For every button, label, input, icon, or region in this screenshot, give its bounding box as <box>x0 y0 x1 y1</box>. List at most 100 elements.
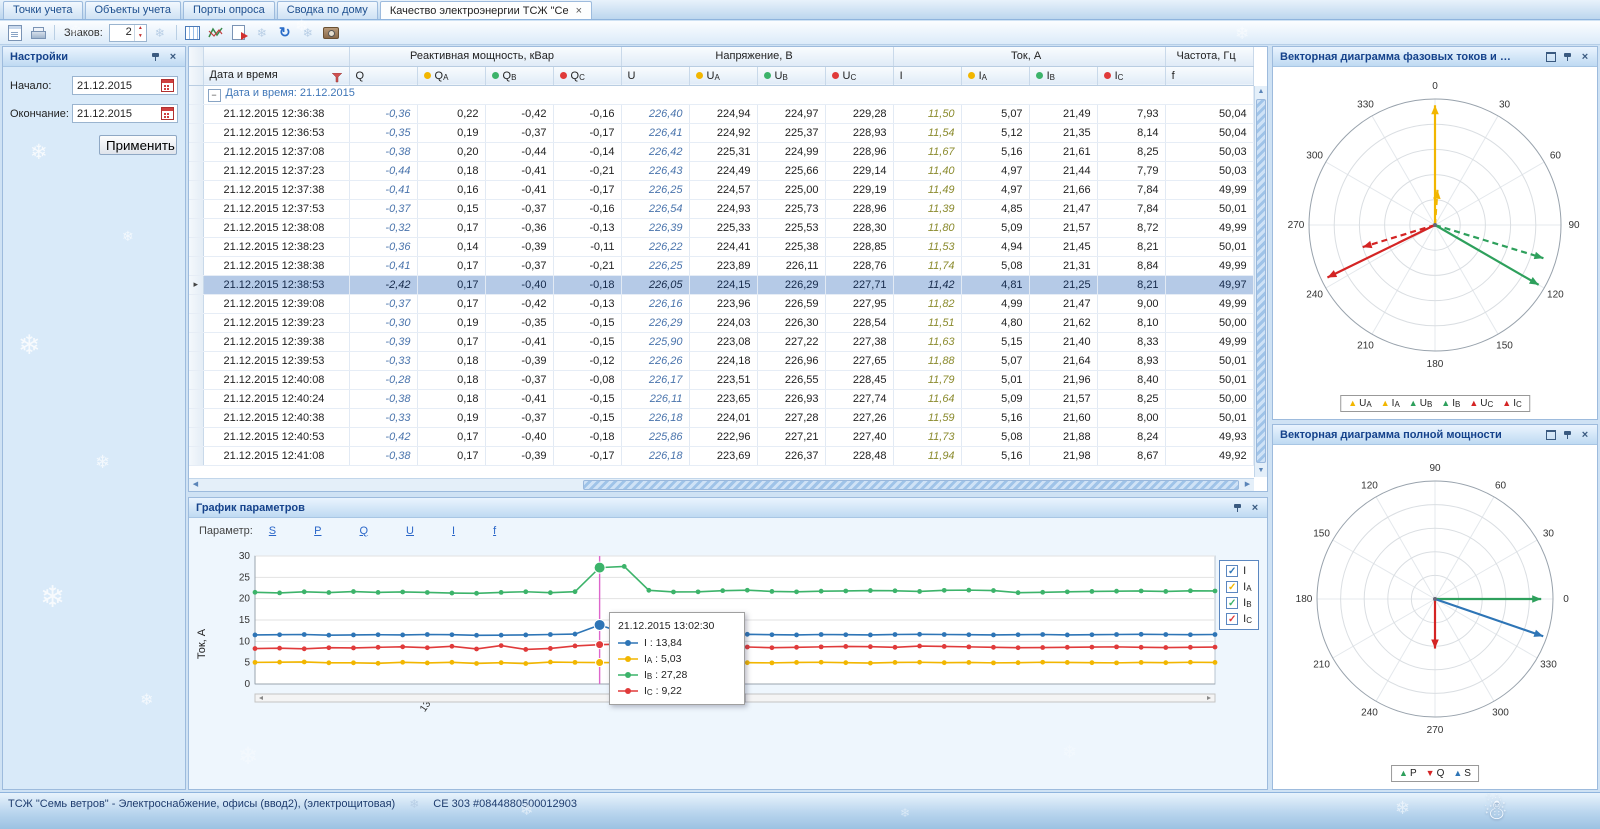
svg-text:330: 330 <box>1540 660 1557 671</box>
curves-button[interactable] <box>206 23 226 42</box>
param-link-S[interactable]: S <box>269 525 276 537</box>
vertical-scroll-thumb[interactable] <box>1256 99 1266 463</box>
calendar-icon[interactable] <box>161 107 174 120</box>
checkbox-icon[interactable]: ✓ <box>1226 565 1239 577</box>
column-header[interactable]: IС <box>1097 66 1166 86</box>
group-row[interactable]: − Дата и время: 21.12.2015 <box>189 85 1254 105</box>
start-date-input[interactable]: 21.12.2015 <box>72 76 178 95</box>
column-header[interactable]: Q <box>349 66 418 86</box>
table-row[interactable]: 21.12.2015 12:40:38 -0,33 0,19 -0,37 -0,15 22… <box>189 408 1254 428</box>
refresh-button[interactable]: ↻ <box>275 23 295 42</box>
column-header[interactable]: IА <box>961 66 1030 86</box>
legend-item[interactable]: ✓ I <box>1226 565 1252 577</box>
legend-item[interactable]: ✓ IА <box>1226 581 1252 593</box>
column-header[interactable]: QА <box>417 66 486 86</box>
column-header[interactable]: UА <box>689 66 758 86</box>
table-row[interactable]: 21.12.2015 12:39:23 -0,30 0,19 -0,35 -0,15 22… <box>189 313 1254 333</box>
table-row[interactable]: 21.12.2015 12:37:53 -0,37 0,15 -0,37 -0,16 22… <box>189 199 1254 219</box>
table-row[interactable]: 21.12.2015 12:38:23 -0,36 0,14 -0,39 -0,11 22… <box>189 237 1254 257</box>
pin-icon[interactable] <box>1561 50 1575 64</box>
scroll-left-icon[interactable]: ◀ <box>189 479 202 491</box>
filter-icon[interactable] <box>331 72 343 83</box>
scroll-right-icon[interactable]: ▶ <box>1241 479 1254 491</box>
digits-spinner[interactable]: 2 ▲ ▼ <box>108 23 147 42</box>
column-header[interactable]: I <box>893 66 962 86</box>
decoration-button-3[interactable]: ❄ <box>298 23 318 42</box>
table-row[interactable]: 21.12.2015 12:40:53 -0,42 0,17 -0,40 -0,18 22… <box>189 427 1254 447</box>
horizontal-scroll-thumb[interactable] <box>583 480 1239 490</box>
close-icon[interactable]: × <box>166 50 180 64</box>
decoration-button-2[interactable]: ❄ <box>252 23 272 42</box>
legend-item[interactable]: ✓ IС <box>1226 613 1252 625</box>
spinner-down-icon[interactable]: ▼ <box>135 33 146 41</box>
print-icon <box>31 26 46 39</box>
pin-icon[interactable] <box>1561 428 1575 442</box>
table-row[interactable]: 21.12.2015 12:39:08 -0,37 0,17 -0,42 -0,13 22… <box>189 294 1254 314</box>
legend-item[interactable]: ✓ IВ <box>1226 597 1252 609</box>
param-link-U[interactable]: U <box>406 525 414 537</box>
scroll-up-icon[interactable]: ▲ <box>1255 86 1267 98</box>
table-row[interactable]: 21.12.2015 12:40:08 -0,28 0,18 -0,37 -0,08 22… <box>189 370 1254 390</box>
column-header[interactable]: QВ <box>485 66 554 86</box>
vertical-scrollbar[interactable]: ▲ ▼ <box>1254 86 1267 477</box>
column-header[interactable]: f <box>1165 66 1254 86</box>
table-row[interactable]: 21.12.2015 12:36:53 -0,35 0,19 -0,37 -0,17 22… <box>189 123 1254 143</box>
close-icon[interactable]: × <box>1578 428 1592 442</box>
table-row[interactable]: ▸ 21.12.2015 12:38:53 -2,42 0,17 -0,40 -0,18 2… <box>189 275 1254 295</box>
tooltip-item: IВ : 27,28 <box>618 669 736 681</box>
svg-text:0: 0 <box>244 679 250 690</box>
table-row[interactable]: 21.12.2015 12:38:38 -0,41 0,17 -0,37 -0,21 22… <box>189 256 1254 276</box>
column-header[interactable]: QС <box>553 66 622 86</box>
calendar-icon[interactable] <box>161 79 174 92</box>
column-header[interactable]: UС <box>825 66 894 86</box>
scroll-down-icon[interactable]: ▼ <box>1255 465 1267 477</box>
close-icon[interactable]: × <box>1578 50 1592 64</box>
checkbox-icon[interactable]: ✓ <box>1226 581 1239 593</box>
close-icon[interactable]: × <box>1248 501 1262 515</box>
table-row[interactable]: 21.12.2015 12:41:08 -0,38 0,17 -0,39 -0,17 22… <box>189 446 1254 466</box>
tab-close-icon[interactable]: × <box>576 5 582 16</box>
end-date-input[interactable]: 21.12.2015 <box>72 104 178 123</box>
svg-text:270: 270 <box>1288 220 1305 231</box>
table-row[interactable]: 21.12.2015 12:38:08 -0,32 0,17 -0,36 -0,13 22… <box>189 218 1254 238</box>
param-link-I[interactable]: I <box>452 525 455 537</box>
checkbox-icon[interactable]: ✓ <box>1226 613 1239 625</box>
decoration-button-1[interactable]: ❄ <box>150 23 170 42</box>
table-row[interactable]: 21.12.2015 12:37:38 -0,41 0,16 -0,41 -0,17 22… <box>189 180 1254 200</box>
table-row[interactable]: 21.12.2015 12:40:24 -0,38 0,18 -0,41 -0,15 22… <box>189 389 1254 409</box>
column-header[interactable]: IВ <box>1029 66 1098 86</box>
tab-house-summary[interactable]: Сводка по дому <box>276 1 378 19</box>
screenshot-button[interactable] <box>321 23 341 42</box>
param-link-Q[interactable]: Q <box>359 525 368 537</box>
window-icon[interactable] <box>1544 428 1558 442</box>
report-button[interactable] <box>5 23 25 42</box>
table-row[interactable]: 21.12.2015 12:36:38 -0,36 0,22 -0,42 -0,16 22… <box>189 104 1254 124</box>
pin-icon[interactable] <box>1231 501 1245 515</box>
collapse-icon[interactable]: − <box>207 89 221 102</box>
param-link-P[interactable]: P <box>314 525 321 537</box>
checkbox-icon[interactable]: ✓ <box>1226 597 1239 609</box>
apply-button[interactable]: Применить <box>99 135 177 155</box>
svg-text:300: 300 <box>1306 151 1323 162</box>
table-row[interactable]: 21.12.2015 12:37:08 -0,38 0,20 -0,44 -0,14 22… <box>189 142 1254 162</box>
tab-metering-points[interactable]: Точки учета <box>3 1 83 19</box>
horizontal-scrollbar[interactable]: ◀ ▶ <box>189 478 1254 491</box>
tab-metering-objects[interactable]: Объекты учета <box>84 1 181 19</box>
phase-vector-legend: ▲ UА ▲ IА ▲ UВ ▲ IВ ▲ UС ▲ IС <box>1340 395 1530 412</box>
print-button[interactable] <box>28 23 48 42</box>
table-row[interactable]: 21.12.2015 12:37:23 -0,44 0,18 -0,41 -0,21 22… <box>189 161 1254 181</box>
parameters-chart-panel: График параметров × Параметр: S P Q U If Ток… <box>188 497 1268 790</box>
datetime-column-header[interactable]: Дата и время <box>203 66 350 86</box>
table-row[interactable]: 21.12.2015 12:39:53 -0,33 0,18 -0,39 -0,12 22… <box>189 351 1254 371</box>
table-row[interactable]: 21.12.2015 12:39:38 -0,39 0,17 -0,41 -0,15 22… <box>189 332 1254 352</box>
column-header[interactable]: UВ <box>757 66 826 86</box>
spinner-up-icon[interactable]: ▲ <box>135 25 146 33</box>
tab-power-quality[interactable]: Качество электроэнергии ТСЖ "Се × <box>379 1 593 19</box>
columns-button[interactable] <box>183 23 203 42</box>
window-icon[interactable] <box>1544 50 1558 64</box>
column-header[interactable]: U <box>621 66 690 86</box>
pin-icon[interactable] <box>149 50 163 64</box>
export-button[interactable] <box>229 23 249 42</box>
param-link-f[interactable]: f <box>493 525 496 537</box>
tab-polling-ports[interactable]: Порты опроса <box>182 1 275 19</box>
